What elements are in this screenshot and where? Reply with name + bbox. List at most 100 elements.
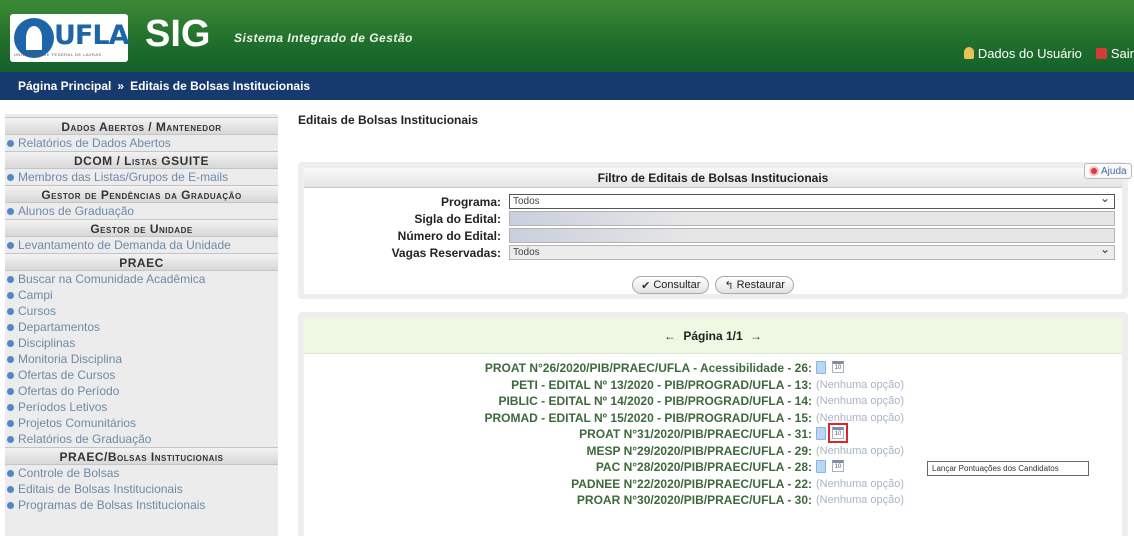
- sigla-row: Sigla do Edital:: [304, 211, 1122, 227]
- edital-row: PIBLIC - EDITAL Nº 14/2020 - PIB/PROGRAD…: [304, 393, 1122, 409]
- edital-actions: 10: [816, 361, 844, 374]
- bullet-icon: [7, 324, 14, 331]
- sidebar-item[interactable]: Departamentos: [5, 319, 278, 335]
- vagas-select[interactable]: Todos: [509, 243, 1115, 260]
- programa-label: Programa:: [440, 195, 501, 209]
- sigla-input[interactable]: [509, 211, 1115, 226]
- sidebar-item[interactable]: Editais de Bolsas Institucionais: [5, 481, 278, 497]
- page-indicator: Página 1/1: [683, 329, 743, 343]
- header: UFLA UNIVERSIDADE FEDERAL DE LAVRAS SIG …: [0, 0, 1134, 72]
- edital-row: PROAR N°30/2020/PIB/PRAEC/UFLA - 30: (Nen…: [304, 492, 1122, 508]
- bullet-icon: [7, 502, 14, 509]
- breadcrumb-home[interactable]: Página Principal: [18, 79, 111, 93]
- edital-name: MESP N°29/2020/PIB/PRAEC/UFLA - 29:: [586, 443, 812, 458]
- logo-subtext: UNIVERSIDADE FEDERAL DE LAVRAS: [14, 52, 102, 57]
- ufla-logo[interactable]: UFLA UNIVERSIDADE FEDERAL DE LAVRAS: [10, 14, 129, 62]
- sidebar-item[interactable]: Alunos de Graduação: [5, 203, 278, 219]
- bullet-icon: [7, 242, 14, 249]
- sidebar-item[interactable]: Relatórios de Graduação: [5, 431, 278, 447]
- edital-row: PETI - EDITAL Nº 13/2020 - PIB/PROGRAD/U…: [304, 377, 1122, 393]
- no-option-text: (Nenhuma opção): [816, 378, 905, 391]
- bullet-icon: [7, 340, 14, 347]
- exit-icon: [1095, 47, 1107, 59]
- sidebar-item[interactable]: Cursos: [5, 303, 278, 319]
- breadcrumb: Página Principal » Editais de Bolsas Ins…: [0, 72, 1134, 100]
- sidebar-menu: Dados Abertos / Mantenedor Relatórios de …: [5, 114, 278, 536]
- edital-row: PROAT N°31/2020/PIB/PRAEC/UFLA - 31: 10: [304, 423, 1122, 443]
- next-page-arrow[interactable]: →: [750, 329, 762, 343]
- sidebar-item[interactable]: Programas de Bolsas Institucionais: [5, 497, 278, 513]
- consultar-button[interactable]: ✔ Consultar: [632, 276, 710, 294]
- edital-row: PROMAD - EDITAL Nº 15/2020 - PIB/PROGRAD…: [304, 410, 1122, 426]
- calendar-icon[interactable]: 10: [828, 423, 848, 443]
- edital-name: PIBLIC - EDITAL Nº 14/2020 - PIB/PROGRAD…: [498, 394, 812, 408]
- edital-name: PADNEE N°22/2020/PIB/PRAEC/UFLA - 22:: [571, 476, 812, 491]
- edital-name: PROAR N°30/2020/PIB/PRAEC/UFLA - 30:: [576, 493, 812, 507]
- sidebar-item-label: Relatórios de Dados Abertos: [18, 136, 171, 150]
- document-icon[interactable]: [816, 460, 826, 473]
- bullet-icon: [7, 140, 14, 147]
- no-option-text: (Nenhuma opção): [816, 494, 905, 506]
- programa-row: Programa: Todos: [304, 192, 1122, 210]
- bullet-icon: [7, 208, 14, 215]
- user-data-link[interactable]: Dados do Usuário: [963, 45, 1082, 61]
- bullet-icon: [7, 356, 14, 363]
- sidebar-item-label: Campi: [18, 288, 53, 302]
- sidebar-item-label: Levantamento de Demanda da Unidade: [18, 238, 231, 252]
- filter-title: Filtro de Editais de Bolsas Instituciona…: [304, 168, 1122, 188]
- sidebar-item[interactable]: Controle de Bolsas: [5, 465, 278, 481]
- restaurar-button[interactable]: ↰ Restaurar: [715, 276, 794, 294]
- help-label: Ajuda: [1101, 165, 1127, 177]
- pagination-bar: ← Página 1/1 →: [304, 318, 1122, 354]
- sidebar-item-label: Ofertas do Período: [18, 384, 120, 398]
- sidebar-item-label: Controle de Bolsas: [18, 466, 120, 480]
- user-icon: [963, 47, 974, 59]
- vagas-label: Vagas Reservadas:: [391, 246, 501, 260]
- sidebar-section-title: PRAEC: [5, 253, 278, 271]
- sidebar-item[interactable]: Ofertas do Período: [5, 383, 278, 399]
- sidebar-item[interactable]: Relatórios de Dados Abertos: [5, 135, 278, 151]
- sidebar-item[interactable]: Períodos Letivos: [5, 399, 278, 415]
- document-icon[interactable]: [816, 427, 826, 440]
- user-data-label: Dados do Usuário: [977, 45, 1082, 61]
- edital-name: PROAT N°31/2020/PIB/PRAEC/UFLA - 31:: [579, 427, 812, 441]
- sidebar-item-label: Cursos: [18, 304, 57, 318]
- numero-row: Número do Edital:: [304, 228, 1122, 244]
- sidebar-item[interactable]: Ofertas de Cursos: [5, 367, 278, 383]
- prev-page-arrow[interactable]: ←: [664, 329, 676, 343]
- sidebar-item[interactable]: Disciplinas: [5, 335, 278, 351]
- breadcrumb-separator: »: [117, 79, 125, 93]
- exit-link[interactable]: Sair: [1095, 46, 1134, 61]
- sidebar-item[interactable]: Campi: [5, 287, 278, 303]
- sidebar-item[interactable]: Membros das Listas/Grupos de E-mails: [5, 169, 278, 185]
- sidebar-item[interactable]: Monitoria Disciplina: [5, 351, 278, 367]
- sidebar-section-title: Dados Abertos / Mantenedor: [5, 117, 278, 135]
- programa-select[interactable]: Todos: [509, 192, 1115, 209]
- sidebar-item[interactable]: Levantamento de Demanda da Unidade: [5, 237, 278, 253]
- tooltip: Lançar Pontuações dos Candidatos: [927, 461, 1089, 476]
- sidebar-section-title: Gestor de Unidade: [5, 219, 278, 237]
- document-icon[interactable]: [816, 361, 826, 374]
- sidebar-item[interactable]: Projetos Comunitários: [5, 415, 278, 431]
- sidebar-item-label: Programas de Bolsas Institucionais: [18, 498, 206, 512]
- sidebar-item-label: Monitoria Disciplina: [18, 352, 123, 366]
- bullet-icon: [7, 420, 14, 427]
- bullet-icon: [7, 292, 14, 299]
- bullet-icon: [7, 486, 14, 493]
- help-button[interactable]: Ajuda: [1084, 163, 1132, 179]
- sigla-label: Sigla do Edital:: [414, 212, 501, 226]
- edital-name: PETI - EDITAL Nº 13/2020 - PIB/PROGRAD/U…: [511, 377, 812, 392]
- sidebar-item-label: Buscar na Comunidade Acadêmica: [18, 272, 206, 286]
- bullet-icon: [7, 308, 14, 315]
- sidebar-item-label: Disciplinas: [18, 336, 76, 350]
- calendar-icon[interactable]: 10: [832, 361, 844, 373]
- sidebar-item[interactable]: Buscar na Comunidade Acadêmica: [5, 271, 278, 287]
- numero-label: Número do Edital:: [397, 229, 501, 243]
- logo-text: UFLA: [54, 20, 129, 51]
- sidebar-item-label: Alunos de Graduação: [18, 204, 135, 218]
- numero-input[interactable]: [509, 228, 1115, 243]
- user-links: Dados do Usuário Sair: [963, 43, 1134, 63]
- calendar-icon[interactable]: 10: [832, 460, 844, 472]
- edital-name: PROAT N°26/2020/PIB/PRAEC/UFLA - Acessib…: [484, 361, 812, 375]
- bullet-icon: [7, 276, 14, 283]
